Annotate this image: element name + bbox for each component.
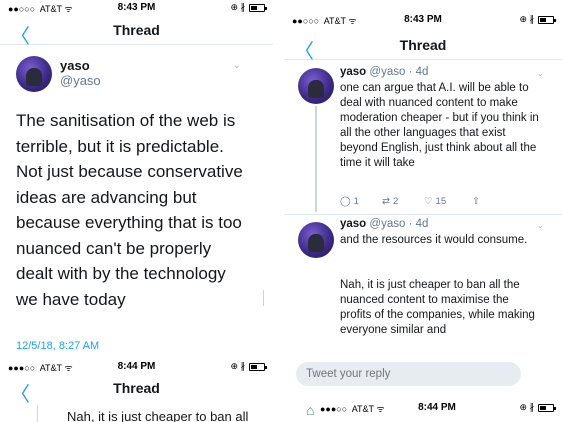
location-icon: ⊕ ∦ (230, 2, 245, 12)
text-cursor (263, 290, 264, 306)
battery-icon (538, 15, 556, 24)
thread-screen-list: ●●○○○ AT&T ᯤ 8:43 PM ⊕ ∦ 〈 Thread yaso @… (284, 6, 562, 422)
tweet-text: and the resources it would consume. (340, 234, 528, 246)
thread-screen-strip: ●●●○○ AT&T ᯤ 8:44 PM ⊕ ∦ 〈 Thread Nah, i… (0, 357, 273, 422)
avatar[interactable] (298, 68, 334, 104)
tweet-header: yaso @yaso · 4d (340, 66, 428, 78)
author-name[interactable]: yaso (60, 58, 90, 73)
thread-line (37, 405, 38, 422)
author-name[interactable]: yaso (340, 218, 366, 230)
battery-icon (249, 362, 267, 371)
chevron-down-icon[interactable]: ⌄ (536, 68, 544, 79)
location-icon: ⊕ ∦ (230, 361, 245, 371)
reply-icon: ◯ (340, 196, 351, 207)
chevron-down-icon[interactable]: ⌄ (536, 220, 544, 231)
tweet-text: one can argue that A.I. will be able to … (340, 82, 539, 169)
tweet-actions: ◯ 1 ⇄ 2 ♡ 15 ⇧ (340, 196, 480, 207)
avatar[interactable] (16, 56, 52, 92)
chevron-down-icon[interactable]: ⌄ (233, 60, 241, 71)
like-button[interactable]: ♡ 15 (424, 196, 472, 207)
nav-bar: 〈 Thread (0, 17, 273, 48)
share-icon: ⇧ (472, 196, 480, 207)
like-count: 15 (435, 196, 447, 207)
avatar[interactable] (298, 222, 334, 258)
location-icon: ⊕ ∦ (519, 402, 534, 412)
retweet-icon: ⇄ (382, 196, 390, 207)
list-item[interactable]: yaso @yaso · 4d ⌄ one can argue that A.I… (284, 62, 562, 212)
bottom-strip: ⌂ ●●●○○ AT&T ᯤ 8:44 PM ⊕ ∦ (284, 396, 562, 422)
status-right-icons: ⊕ ∦ (519, 14, 556, 25)
nav-bar: 〈 Thread (0, 375, 273, 406)
battery-icon (538, 403, 556, 412)
page-title: Thread (399, 37, 447, 53)
tweet-header: yaso @yaso · 4d (340, 218, 428, 230)
author-meta: @yaso · 4d (369, 218, 429, 230)
status-bar: ●●●○○ AT&T ᯤ 8:44 PM ⊕ ∦ (0, 359, 273, 375)
battery-icon (249, 3, 267, 12)
tweet-text-continued: Nah, it is just cheaper to ban all the n… (340, 279, 535, 336)
tweet-text: Nah, it is just cheaper to ban all (67, 409, 249, 422)
reply-button[interactable]: ◯ 1 (340, 196, 382, 207)
author-handle[interactable]: @yaso (60, 73, 101, 88)
reply-count: 1 (353, 196, 359, 207)
tweet-timestamp: 12/5/18, 8:27 AM (16, 340, 100, 352)
author-meta: @yaso · 4d (369, 66, 429, 78)
thread-line (315, 106, 317, 212)
thread-screen-detail: ●●○○○ AT&T ᯤ 8:43 PM ⊕ ∦ 〈 Thread yaso @… (0, 0, 273, 357)
status-right-icons: ⊕ ∦ (519, 402, 556, 413)
status-bar: ●●○○○ AT&T ᯤ 8:43 PM ⊕ ∦ (284, 12, 562, 28)
share-button[interactable]: ⇧ (472, 196, 480, 207)
page-title: Thread (113, 22, 160, 38)
status-bar: ●●●○○ AT&T ᯤ 8:44 PM ⊕ ∦ (312, 400, 562, 416)
page-title: Thread (113, 380, 160, 396)
tweet-text: The sanitisation of the web is terrible,… (16, 111, 243, 309)
retweet-count: 2 (392, 196, 399, 207)
list-item[interactable]: yaso @yaso · 4d ⌄ and the resources it w… (284, 216, 562, 356)
status-right-icons: ⊕ ∦ (230, 361, 267, 372)
status-right-icons: ⊕ ∦ (230, 2, 267, 13)
status-bar: ●●○○○ AT&T ᯤ 8:43 PM ⊕ ∦ (0, 0, 273, 16)
heart-icon: ♡ (424, 196, 433, 207)
location-icon: ⊕ ∦ (519, 14, 534, 24)
reply-input[interactable] (296, 362, 521, 386)
retweet-button[interactable]: ⇄ 2 (382, 196, 424, 207)
divider (284, 214, 562, 215)
nav-bar: 〈 Thread (284, 32, 562, 63)
author-name[interactable]: yaso (340, 66, 366, 78)
